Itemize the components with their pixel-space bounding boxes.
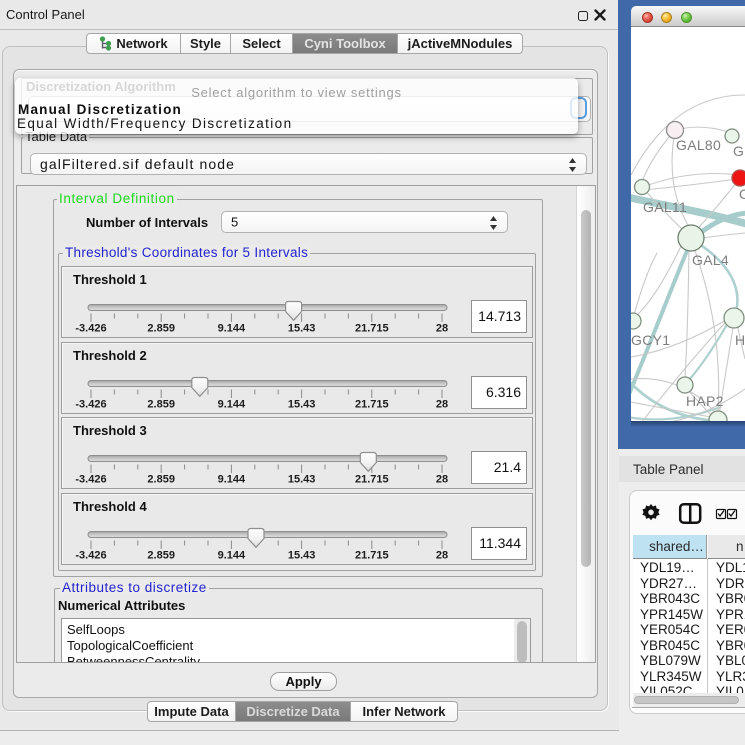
svg-text:-3.426: -3.426 xyxy=(75,323,106,335)
svg-text:-3.426: -3.426 xyxy=(75,399,106,411)
svg-text:-3.426: -3.426 xyxy=(75,550,106,562)
svg-text:28: 28 xyxy=(436,474,448,486)
svg-text:21.715: 21.715 xyxy=(355,550,389,562)
svg-text:15.43: 15.43 xyxy=(288,399,316,411)
svg-text:28: 28 xyxy=(436,323,448,335)
svg-text:GAL11: GAL11 xyxy=(643,199,687,215)
svg-text:15.43: 15.43 xyxy=(288,323,316,335)
svg-text:H: H xyxy=(735,332,745,348)
svg-text:21.715: 21.715 xyxy=(355,474,389,486)
svg-text:9.144: 9.144 xyxy=(218,474,246,486)
svg-text:28: 28 xyxy=(436,550,448,562)
svg-text:21.715: 21.715 xyxy=(355,399,389,411)
svg-text:9.144: 9.144 xyxy=(218,399,246,411)
svg-text:2.859: 2.859 xyxy=(147,550,175,562)
svg-text:-3.426: -3.426 xyxy=(75,474,106,486)
svg-text:HAP2: HAP2 xyxy=(686,393,724,409)
svg-text:GAL80: GAL80 xyxy=(676,137,721,153)
svg-text:9.144: 9.144 xyxy=(218,550,246,562)
svg-text:15.43: 15.43 xyxy=(288,550,316,562)
svg-text:28: 28 xyxy=(436,399,448,411)
svg-text:GAL4: GAL4 xyxy=(692,252,729,268)
svg-text:C: C xyxy=(739,186,745,202)
svg-text:15.43: 15.43 xyxy=(288,474,316,486)
svg-text:2.859: 2.859 xyxy=(147,323,175,335)
svg-text:2.859: 2.859 xyxy=(147,474,175,486)
svg-text:9.144: 9.144 xyxy=(218,323,246,335)
svg-text:GCY1: GCY1 xyxy=(631,332,670,348)
svg-text:G: G xyxy=(733,143,744,159)
svg-text:2.859: 2.859 xyxy=(147,399,175,411)
svg-text:21.715: 21.715 xyxy=(355,323,389,335)
